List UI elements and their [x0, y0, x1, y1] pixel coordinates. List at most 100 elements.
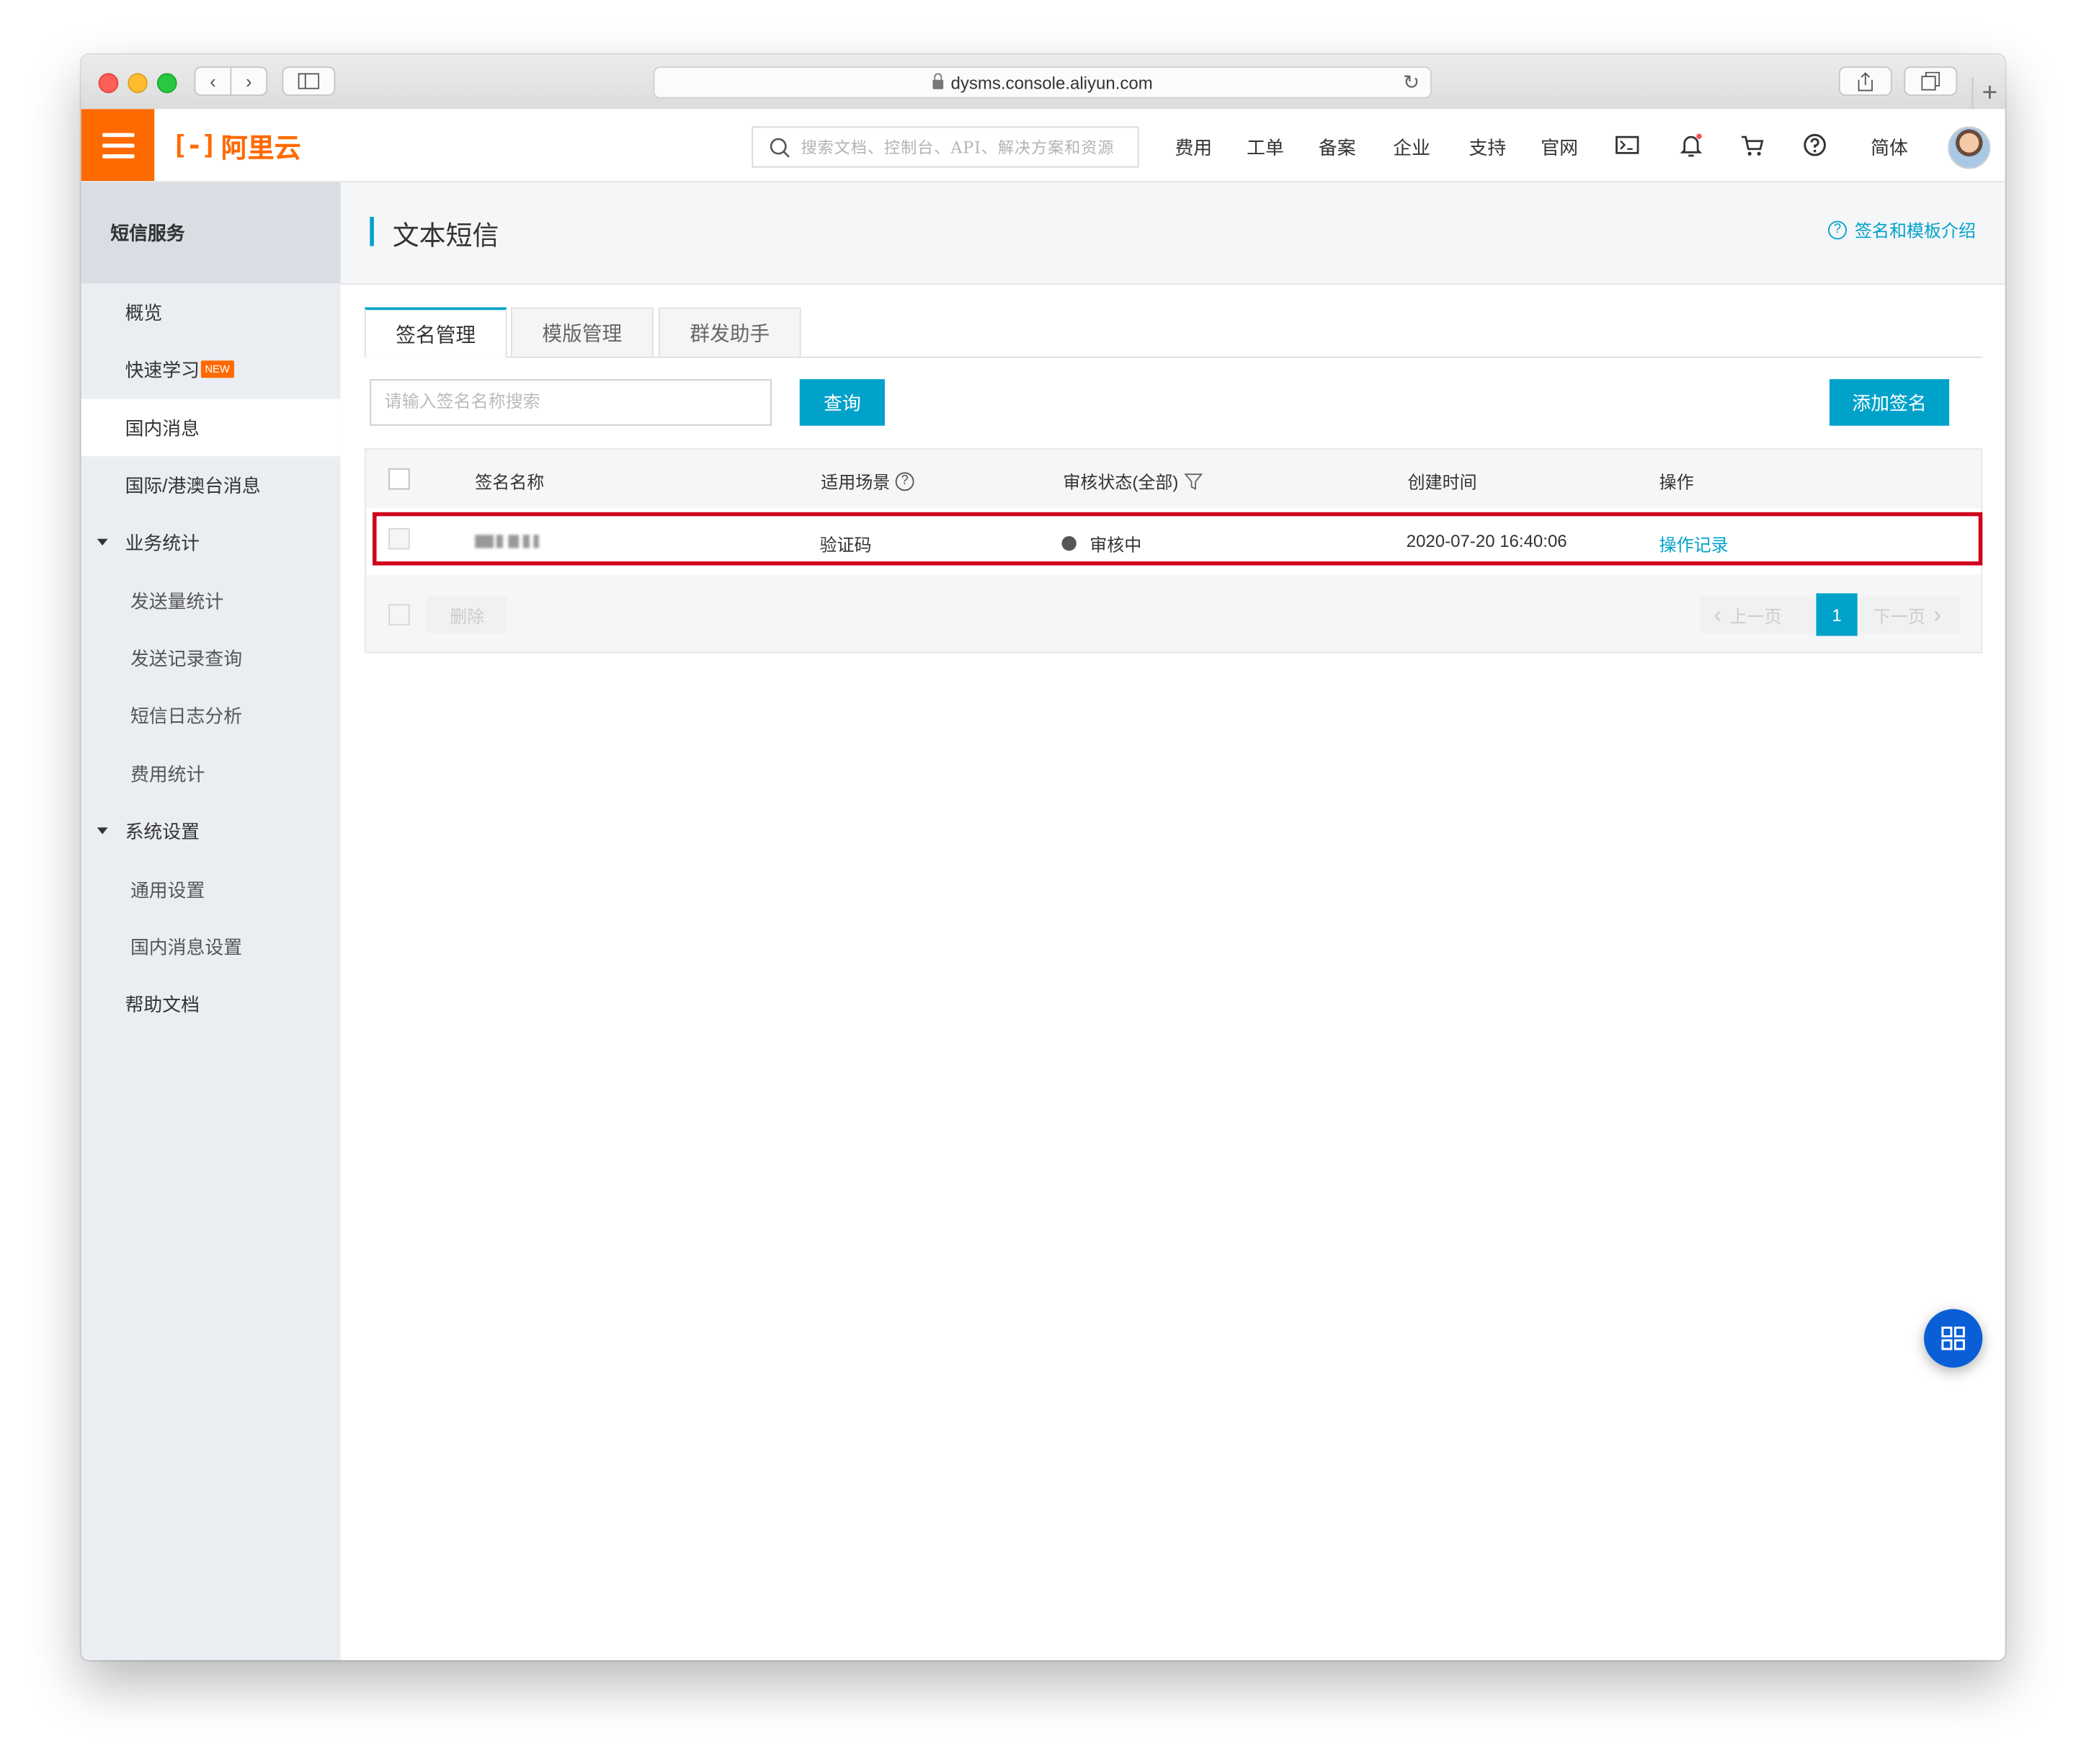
- nav-link-filing[interactable]: 备案: [1319, 134, 1356, 161]
- add-signature-button[interactable]: 添加签名: [1829, 379, 1950, 426]
- sidebar-toggle-button[interactable]: [282, 66, 336, 96]
- tab-template-management[interactable]: 模版管理: [511, 307, 654, 357]
- signature-search-input[interactable]: [370, 379, 772, 426]
- column-header-signature-name: 签名名称: [475, 472, 545, 493]
- caret-down-icon: [97, 538, 108, 545]
- question-circle-icon: ?: [1828, 220, 1847, 239]
- footer-select-checkbox[interactable]: [388, 604, 410, 625]
- back-button[interactable]: ‹: [194, 66, 232, 96]
- grid-icon: [1941, 1327, 1965, 1350]
- help-icon: [1804, 133, 1826, 156]
- operation-log-link[interactable]: 操作记录: [1659, 531, 1729, 556]
- global-search[interactable]: [752, 126, 1139, 168]
- nav-link-official-site[interactable]: 官网: [1541, 134, 1578, 161]
- select-all-checkbox[interactable]: [388, 468, 410, 490]
- sidebar: 短信服务 概览 快速学习 NEW 国内消息 国际/港澳台消息 业务统计 发送量统…: [81, 182, 341, 1661]
- terminal-icon: [1616, 135, 1639, 154]
- logo-text: 阿里云: [220, 133, 301, 164]
- column-header-review-status[interactable]: 审核状态(全部): [1063, 468, 1203, 494]
- signature-table: 签名名称 适用场景 ? 审核状态(全部) 创建时间 操作 验证码 审核中 202…: [364, 448, 1983, 654]
- sidebar-item-label: 帮助文档: [125, 993, 200, 1015]
- next-page-button[interactable]: 下一页 ›: [1860, 596, 1960, 633]
- nav-link-support[interactable]: 支持: [1469, 134, 1507, 161]
- sidebar-item-domestic[interactable]: 国内消息: [81, 398, 341, 457]
- sidebar-group-statistics[interactable]: 业务统计: [81, 514, 341, 571]
- main-content: 文本短信 ? 签名和模板介绍 签名管理 模版管理 群发助手 查询 添加签名 签名…: [340, 182, 2005, 1661]
- sidebar-item-log-analysis[interactable]: 短信日志分析: [81, 687, 341, 744]
- cart-icon: [1742, 135, 1764, 155]
- table-footer: 删除 ‹ 上一页 1 下一页 ›: [365, 574, 1982, 652]
- table-row: 验证码 审核中 2020-07-20 16:40:06 操作记录: [373, 512, 1983, 566]
- row-scene: 验证码: [819, 535, 872, 555]
- sidebar-item-quick-learn[interactable]: 快速学习 NEW: [81, 341, 341, 398]
- language-switch[interactable]: 简体: [1871, 134, 1908, 161]
- sidebar-item-label: 快速学习: [125, 358, 200, 380]
- query-button[interactable]: 查询: [799, 379, 885, 426]
- new-badge: NEW: [200, 360, 234, 378]
- status-dot-icon: [1061, 536, 1077, 551]
- sidebar-item-general-settings[interactable]: 通用设置: [81, 860, 341, 917]
- signature-name-redacted: [475, 535, 541, 548]
- column-header-actions: 操作: [1659, 472, 1694, 493]
- row-checkbox[interactable]: [388, 527, 410, 550]
- sidebar-item-help-docs[interactable]: 帮助文档: [81, 975, 341, 1032]
- prev-page-label: 上一页: [1729, 605, 1782, 626]
- question-circle-icon[interactable]: ?: [895, 471, 914, 491]
- aliyun-logo[interactable]: [-] 阿里云: [171, 128, 301, 164]
- prev-page-button[interactable]: ‹ 上一页: [1700, 596, 1815, 633]
- sidebar-item-cost-stats[interactable]: 费用统计: [81, 745, 341, 802]
- zoom-window-button[interactable]: [156, 73, 177, 94]
- delete-button[interactable]: 删除: [427, 596, 507, 633]
- sidebar-group-settings[interactable]: 系统设置: [81, 802, 341, 859]
- filter-icon[interactable]: [1183, 471, 1203, 490]
- browser-window: ‹ › dysms.console.aliyun.com ↻ + [-] 阿里云…: [81, 54, 2005, 1661]
- nav-link-tickets[interactable]: 工单: [1247, 134, 1284, 161]
- address-bar[interactable]: dysms.console.aliyun.com ↻: [653, 66, 1432, 99]
- reload-icon[interactable]: ↻: [1403, 71, 1420, 94]
- close-window-button[interactable]: [98, 73, 119, 94]
- screen: ‹ › dysms.console.aliyun.com ↻ + [-] 阿里云…: [0, 0, 2081, 1764]
- page-number-1[interactable]: 1: [1816, 593, 1858, 636]
- cart-button[interactable]: [1738, 130, 1768, 160]
- sidebar-item-label: 短信日志分析: [130, 704, 243, 726]
- caret-down-icon: [97, 827, 108, 834]
- sidebar-item-international[interactable]: 国际/港澳台消息: [81, 456, 341, 513]
- sidebar-item-send-volume[interactable]: 发送量统计: [81, 572, 341, 629]
- sidebar-item-label: 概览: [125, 301, 163, 323]
- global-search-input[interactable]: [798, 136, 1130, 158]
- sidebar-item-label: 国际/港澳台消息: [125, 474, 261, 496]
- plus-icon: +: [1982, 78, 1998, 107]
- notifications-button[interactable]: [1677, 130, 1706, 160]
- search-icon: [770, 137, 790, 157]
- terminal-button[interactable]: [1613, 130, 1642, 160]
- sidebar-item-label: 费用统计: [130, 762, 205, 785]
- console-header: [-] 阿里云 费用 工单 备案 企业 支持 官网: [81, 109, 2005, 182]
- row-status-label: 审核中: [1089, 535, 1142, 555]
- signature-template-help-link[interactable]: ? 签名和模板介绍: [1828, 217, 1976, 242]
- new-tab-button[interactable]: +: [1971, 77, 2005, 110]
- row-created-time: 2020-07-20 16:40:06: [1406, 530, 1567, 551]
- show-tabs-button[interactable]: [1904, 66, 1958, 96]
- bell-icon: [1680, 133, 1703, 157]
- nav-link-enterprise[interactable]: 企业: [1393, 134, 1430, 161]
- next-page-label: 下一页: [1873, 605, 1925, 626]
- page-header: 文本短信 ? 签名和模板介绍: [340, 182, 2005, 285]
- tab-signature-management[interactable]: 签名管理: [364, 307, 507, 358]
- sidebar-item-overview[interactable]: 概览: [81, 283, 341, 340]
- menu-button[interactable]: [81, 109, 155, 182]
- share-button[interactable]: [1838, 66, 1892, 96]
- row-status: 审核中: [1061, 531, 1142, 556]
- minimize-window-button[interactable]: [128, 73, 148, 94]
- tabs-icon: [1921, 71, 1940, 91]
- app-grid-button[interactable]: [1924, 1309, 1983, 1368]
- tab-bulk-send-assistant[interactable]: 群发助手: [659, 307, 801, 357]
- lock-icon: [932, 72, 943, 89]
- hamburger-icon-line: [102, 143, 134, 148]
- nav-link-fees[interactable]: 费用: [1175, 134, 1212, 161]
- sidebar-item-domestic-settings[interactable]: 国内消息设置: [81, 918, 341, 975]
- help-button[interactable]: [1800, 130, 1830, 160]
- tab-bar: 签名管理 模版管理 群发助手: [364, 307, 1983, 358]
- sidebar-item-send-records[interactable]: 发送记录查询: [81, 629, 341, 686]
- forward-button[interactable]: ›: [230, 66, 268, 96]
- avatar[interactable]: [1948, 126, 1991, 169]
